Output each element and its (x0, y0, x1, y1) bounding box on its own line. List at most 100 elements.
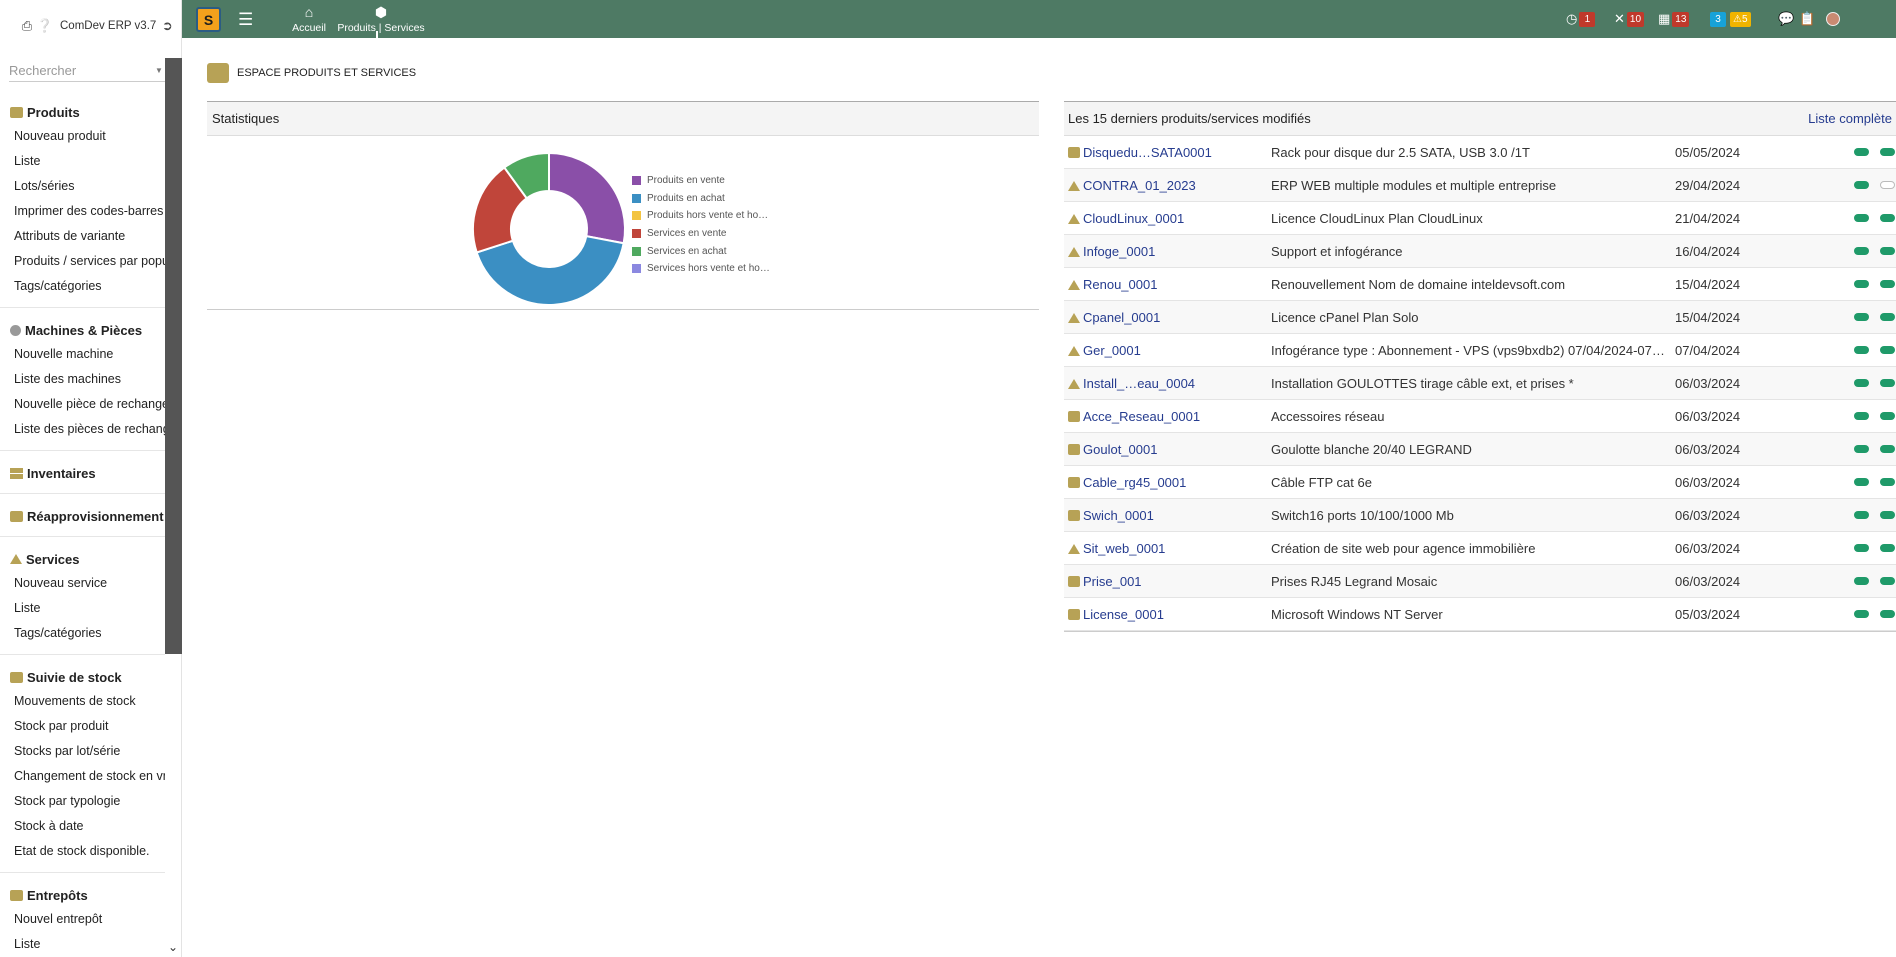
search-input[interactable] (9, 63, 155, 78)
row-ref[interactable]: Cable_rg45_0001 (1083, 475, 1186, 490)
search-dropdown-icon[interactable]: ▼ (155, 66, 163, 75)
user-avatar[interactable] (1826, 12, 1840, 26)
menu-item[interactable]: Nouvel entrepôt (0, 907, 165, 932)
menu-item[interactable]: Nouvelle pièce de rechange (0, 392, 165, 417)
menu-section-title[interactable]: Inventaires (0, 461, 165, 485)
warning-notif[interactable]: ⚠5 (1730, 11, 1751, 27)
menu-item[interactable]: Stocks par lot/série (0, 739, 165, 764)
row-ref[interactable]: Disquedu…SATA0001 (1083, 145, 1212, 160)
print-icon[interactable]: ⎙ (20, 18, 34, 33)
agenda-notif[interactable]: ◷ 1 (1566, 11, 1596, 27)
row-ref-link[interactable]: Cable_rg45_0001 (1068, 475, 1186, 490)
row-ref[interactable]: Infoge_0001 (1083, 244, 1155, 259)
row-date: 07/04/2024 (1675, 342, 1741, 358)
menu-toggle-icon[interactable]: ☰ (238, 10, 253, 30)
menu-item[interactable]: Changement de stock en vr (0, 764, 165, 789)
menu-item[interactable]: Stock à date (0, 814, 165, 839)
row-ref-link[interactable]: Goulot_0001 (1068, 442, 1157, 457)
agenda-badge: 1 (1579, 11, 1596, 27)
stats-panel: Statistiques Produits en vente Produits e… (207, 101, 1039, 310)
legend-entry[interactable]: Produits hors vente et ho… (632, 207, 770, 225)
full-list-link[interactable]: Liste complète (1808, 102, 1892, 136)
row-ref-link[interactable]: Renou_0001 (1068, 277, 1157, 292)
row-ref[interactable]: CloudLinux_0001 (1083, 211, 1184, 226)
menu-section-title[interactable]: Suivie de stock (0, 665, 165, 689)
nav-home[interactable]: ⌂ Accueil (286, 4, 332, 34)
row-ref-link[interactable]: Ger_0001 (1068, 343, 1141, 358)
menu-item[interactable]: Liste des pièces de rechang (0, 417, 165, 442)
chevron-down-icon[interactable]: ⌄ (168, 940, 178, 954)
menu-item[interactable]: Liste (0, 596, 165, 621)
clipboard-button[interactable]: 📋 (1799, 11, 1815, 27)
donut-slice[interactable] (548, 151, 626, 245)
row-ref-link[interactable]: CONTRA_01_2023 (1068, 178, 1196, 193)
page-title: ESPACE PRODUITS ET SERVICES (207, 63, 416, 83)
row-ref[interactable]: License_0001 (1083, 607, 1164, 622)
legend-entry[interactable]: Services en achat (632, 242, 770, 260)
menu-item[interactable]: Produits / services par popu (0, 249, 165, 274)
products-cube-icon (207, 63, 229, 83)
menu-item[interactable]: Nouveau service (0, 571, 165, 596)
row-ref[interactable]: Prise_001 (1083, 574, 1142, 589)
legend-entry[interactable]: Services en vente (632, 225, 770, 243)
search-box[interactable]: ▼ (9, 60, 165, 82)
row-ref-link[interactable]: Install_…eau_0004 (1068, 376, 1195, 391)
menu-section-title[interactable]: Machines & Pièces (0, 318, 165, 342)
menu-section-title[interactable]: Produits (0, 100, 165, 124)
legend-entry[interactable]: Services hors vente et ho… (632, 260, 770, 278)
buy-status-indicator (1880, 478, 1895, 486)
donut-slice[interactable] (475, 234, 625, 306)
row-date: 06/03/2024 (1675, 474, 1741, 490)
menu-item[interactable]: Liste (0, 149, 165, 174)
row-ref[interactable]: Install_…eau_0004 (1083, 376, 1195, 391)
menu-item[interactable]: Lots/séries (0, 174, 165, 199)
logout-icon[interactable]: ➲ (160, 18, 174, 33)
row-ref[interactable]: CONTRA_01_2023 (1083, 178, 1196, 193)
tools-notif[interactable]: ✕ 10 (1614, 11, 1645, 27)
row-ref-link[interactable]: License_0001 (1068, 607, 1164, 622)
row-ref-link[interactable]: Sit_web_0001 (1068, 541, 1165, 556)
row-ref[interactable]: Ger_0001 (1083, 343, 1141, 358)
calendar-notif[interactable]: ▦ 13 (1658, 11, 1690, 27)
menu-item[interactable]: Etat de stock disponible. (0, 839, 165, 864)
sidebar-scrollbar[interactable] (165, 58, 182, 654)
menu-item[interactable]: Tags/catégories (0, 621, 165, 646)
row-ref[interactable]: Acce_Reseau_0001 (1083, 409, 1200, 424)
menu-item[interactable]: Stock par typologie (0, 789, 165, 814)
row-ref-link[interactable]: Swich_0001 (1068, 508, 1154, 523)
row-ref[interactable]: Sit_web_0001 (1083, 541, 1165, 556)
row-ref-link[interactable]: Acce_Reseau_0001 (1068, 409, 1200, 424)
nav-products-services[interactable]: ⬢ Produits | Services (336, 4, 426, 40)
menu-item[interactable]: Nouvelle machine (0, 342, 165, 367)
menu-item[interactable]: Stock par produit (0, 714, 165, 739)
row-ref-link[interactable]: CloudLinux_0001 (1068, 211, 1184, 226)
menu-item[interactable]: Nouveau produit (0, 124, 165, 149)
menu-section-title[interactable]: Réapprovisionnement (0, 504, 165, 528)
row-ref[interactable]: Renou_0001 (1083, 277, 1157, 292)
row-ref[interactable]: Swich_0001 (1083, 508, 1154, 523)
sell-status-indicator (1854, 280, 1869, 288)
menu-item[interactable]: Mouvements de stock (0, 689, 165, 714)
row-ref[interactable]: Goulot_0001 (1083, 442, 1157, 457)
row-ref-link[interactable]: Prise_001 (1068, 574, 1142, 589)
chat-button[interactable]: 💬 (1778, 11, 1794, 27)
legend-entry[interactable]: Produits en achat (632, 190, 770, 208)
menu-item[interactable]: Attributs de variante (0, 224, 165, 249)
row-ref[interactable]: Cpanel_0001 (1083, 310, 1160, 325)
app-logo[interactable]: S (196, 7, 221, 32)
info-notif[interactable]: 3 (1710, 11, 1726, 27)
row-ref-link[interactable]: Infoge_0001 (1068, 244, 1155, 259)
legend-label: Services en vente (647, 228, 727, 240)
help-icon[interactable]: ❔ (37, 18, 53, 33)
menu-item[interactable]: Liste des machines (0, 367, 165, 392)
row-ref-link[interactable]: Disquedu…SATA0001 (1068, 145, 1212, 160)
row-ref-link[interactable]: Cpanel_0001 (1068, 310, 1160, 325)
menu-item[interactable]: Imprimer des codes-barres (0, 199, 165, 224)
menu-section-title[interactable]: Services (0, 547, 165, 571)
chart-legend: Produits en vente Produits en achat Produi… (632, 172, 770, 278)
menu-item[interactable]: Liste (0, 932, 165, 957)
menu-section-title[interactable]: Entrepôts (0, 883, 165, 907)
legend-entry[interactable]: Produits en vente (632, 172, 770, 190)
row-label: Renouvellement Nom de domaine inteldevso… (1271, 276, 1566, 292)
menu-item[interactable]: Tags/catégories (0, 274, 165, 299)
